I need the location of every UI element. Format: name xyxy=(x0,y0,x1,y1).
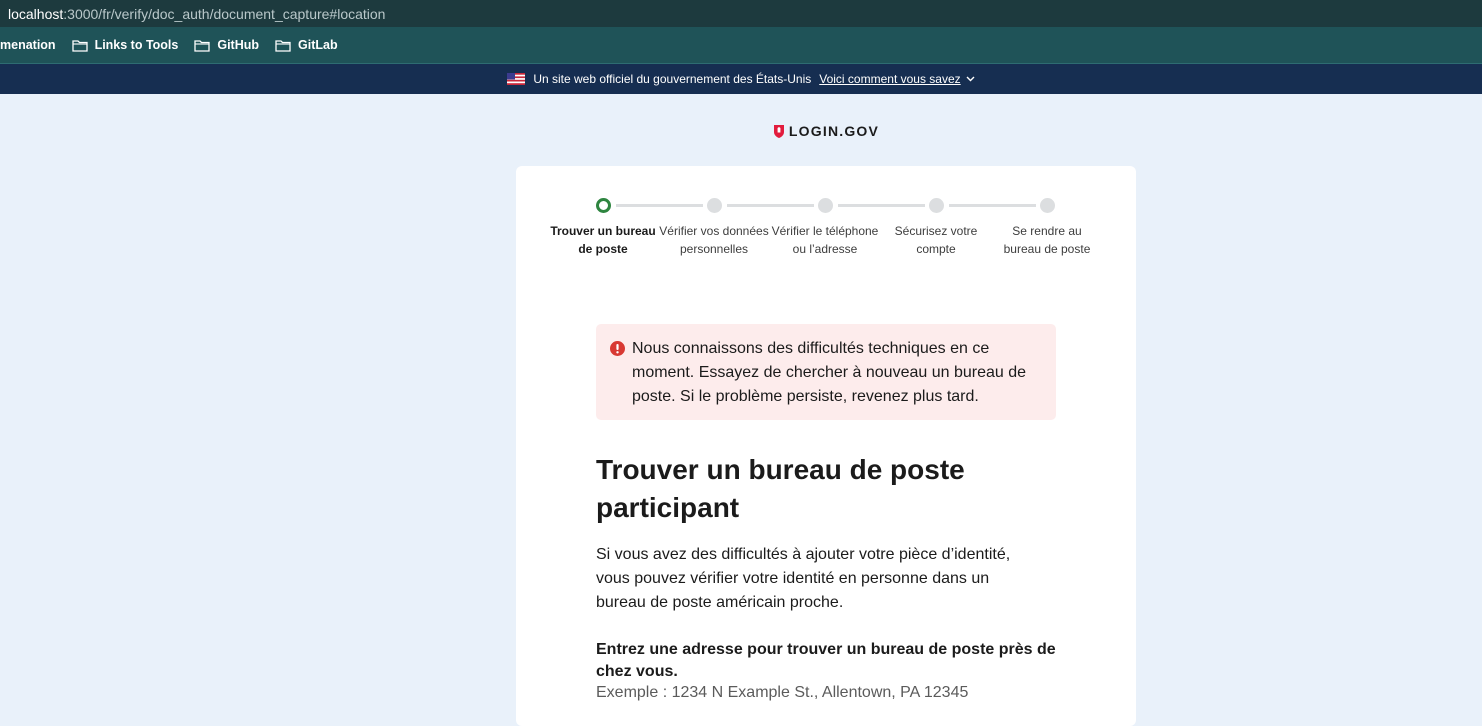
bookmark-menation[interactable]: menation xyxy=(0,38,56,52)
intro-text: Si vous avez des difficultés à ajouter v… xyxy=(596,546,1011,611)
error-icon xyxy=(610,341,625,361)
alert-message: Nous connaissons des difficultés techniq… xyxy=(632,340,1027,405)
step-label-verify-info: Vérifier vos données personnelles xyxy=(659,224,769,256)
step-dot xyxy=(707,198,722,213)
folder-icon xyxy=(71,39,88,52)
gov-banner: Un site web officiel du gouvernement des… xyxy=(0,64,1482,94)
us-flag-icon xyxy=(507,73,526,85)
step-dot xyxy=(818,198,833,213)
gov-banner-text: Un site web officiel du gouvernement des… xyxy=(533,72,812,86)
address-field-hint: Exemple : 1234 N Example St., Allentown,… xyxy=(596,684,969,701)
step-label-find-post-office: Trouver un bureau de poste xyxy=(550,224,656,256)
folder-icon xyxy=(275,39,291,52)
shield-icon xyxy=(773,124,785,139)
step-dot xyxy=(1040,198,1055,213)
logo-text: LOGIN.GOV xyxy=(788,123,880,139)
step-connector xyxy=(616,204,703,207)
bookmark-label: Links to Tools xyxy=(94,38,179,52)
bookmark-gitlab[interactable]: GitLab xyxy=(275,38,338,52)
step-connector xyxy=(727,204,814,207)
chevron-down-icon xyxy=(966,76,975,82)
how-you-know-link[interactable]: Voici comment vous savez xyxy=(819,72,975,86)
bookmark-label: GitHub xyxy=(217,38,260,52)
step-label-verify-phone: Vérifier le téléphone ou l’adresse xyxy=(771,224,879,256)
step-connector xyxy=(949,204,1036,207)
step-label-go-to-post-office: Se rendre au bureau de poste xyxy=(1003,224,1091,256)
login-gov-logo[interactable]: LOGIN.GOV xyxy=(0,121,1482,141)
error-alert: Nous connaissons des difficultés techniq… xyxy=(596,324,1056,420)
step-connector xyxy=(838,204,925,207)
bookmark-github[interactable]: GitHub xyxy=(194,38,259,52)
page-title: Trouver un bureau de poste participant xyxy=(596,454,965,523)
address-field-label: Entrez une adresse pour trouver un burea… xyxy=(596,641,1056,680)
step-dot-current xyxy=(596,198,611,213)
bookmark-label: menation xyxy=(0,38,56,52)
step-dot xyxy=(929,198,944,213)
bookmarks-bar: menation Links to Tools GitHub GitLab xyxy=(0,27,1482,64)
address-bar[interactable]: localhost:3000/fr/verify/doc_auth/docume… xyxy=(0,0,1482,27)
folder-icon xyxy=(194,39,211,52)
main-card: Trouver un bureau de poste Vérifier vos … xyxy=(516,166,1136,726)
bookmark-label: GitLab xyxy=(298,38,338,52)
url-path: :3000/fr/verify/doc_auth/document_captur… xyxy=(63,5,386,22)
step-label-secure-account: Sécurisez votre compte xyxy=(894,224,978,256)
bookmark-links-to-tools[interactable]: Links to Tools xyxy=(71,38,179,52)
url-host: localhost xyxy=(8,5,64,22)
how-you-know-label: Voici comment vous savez xyxy=(819,72,961,86)
